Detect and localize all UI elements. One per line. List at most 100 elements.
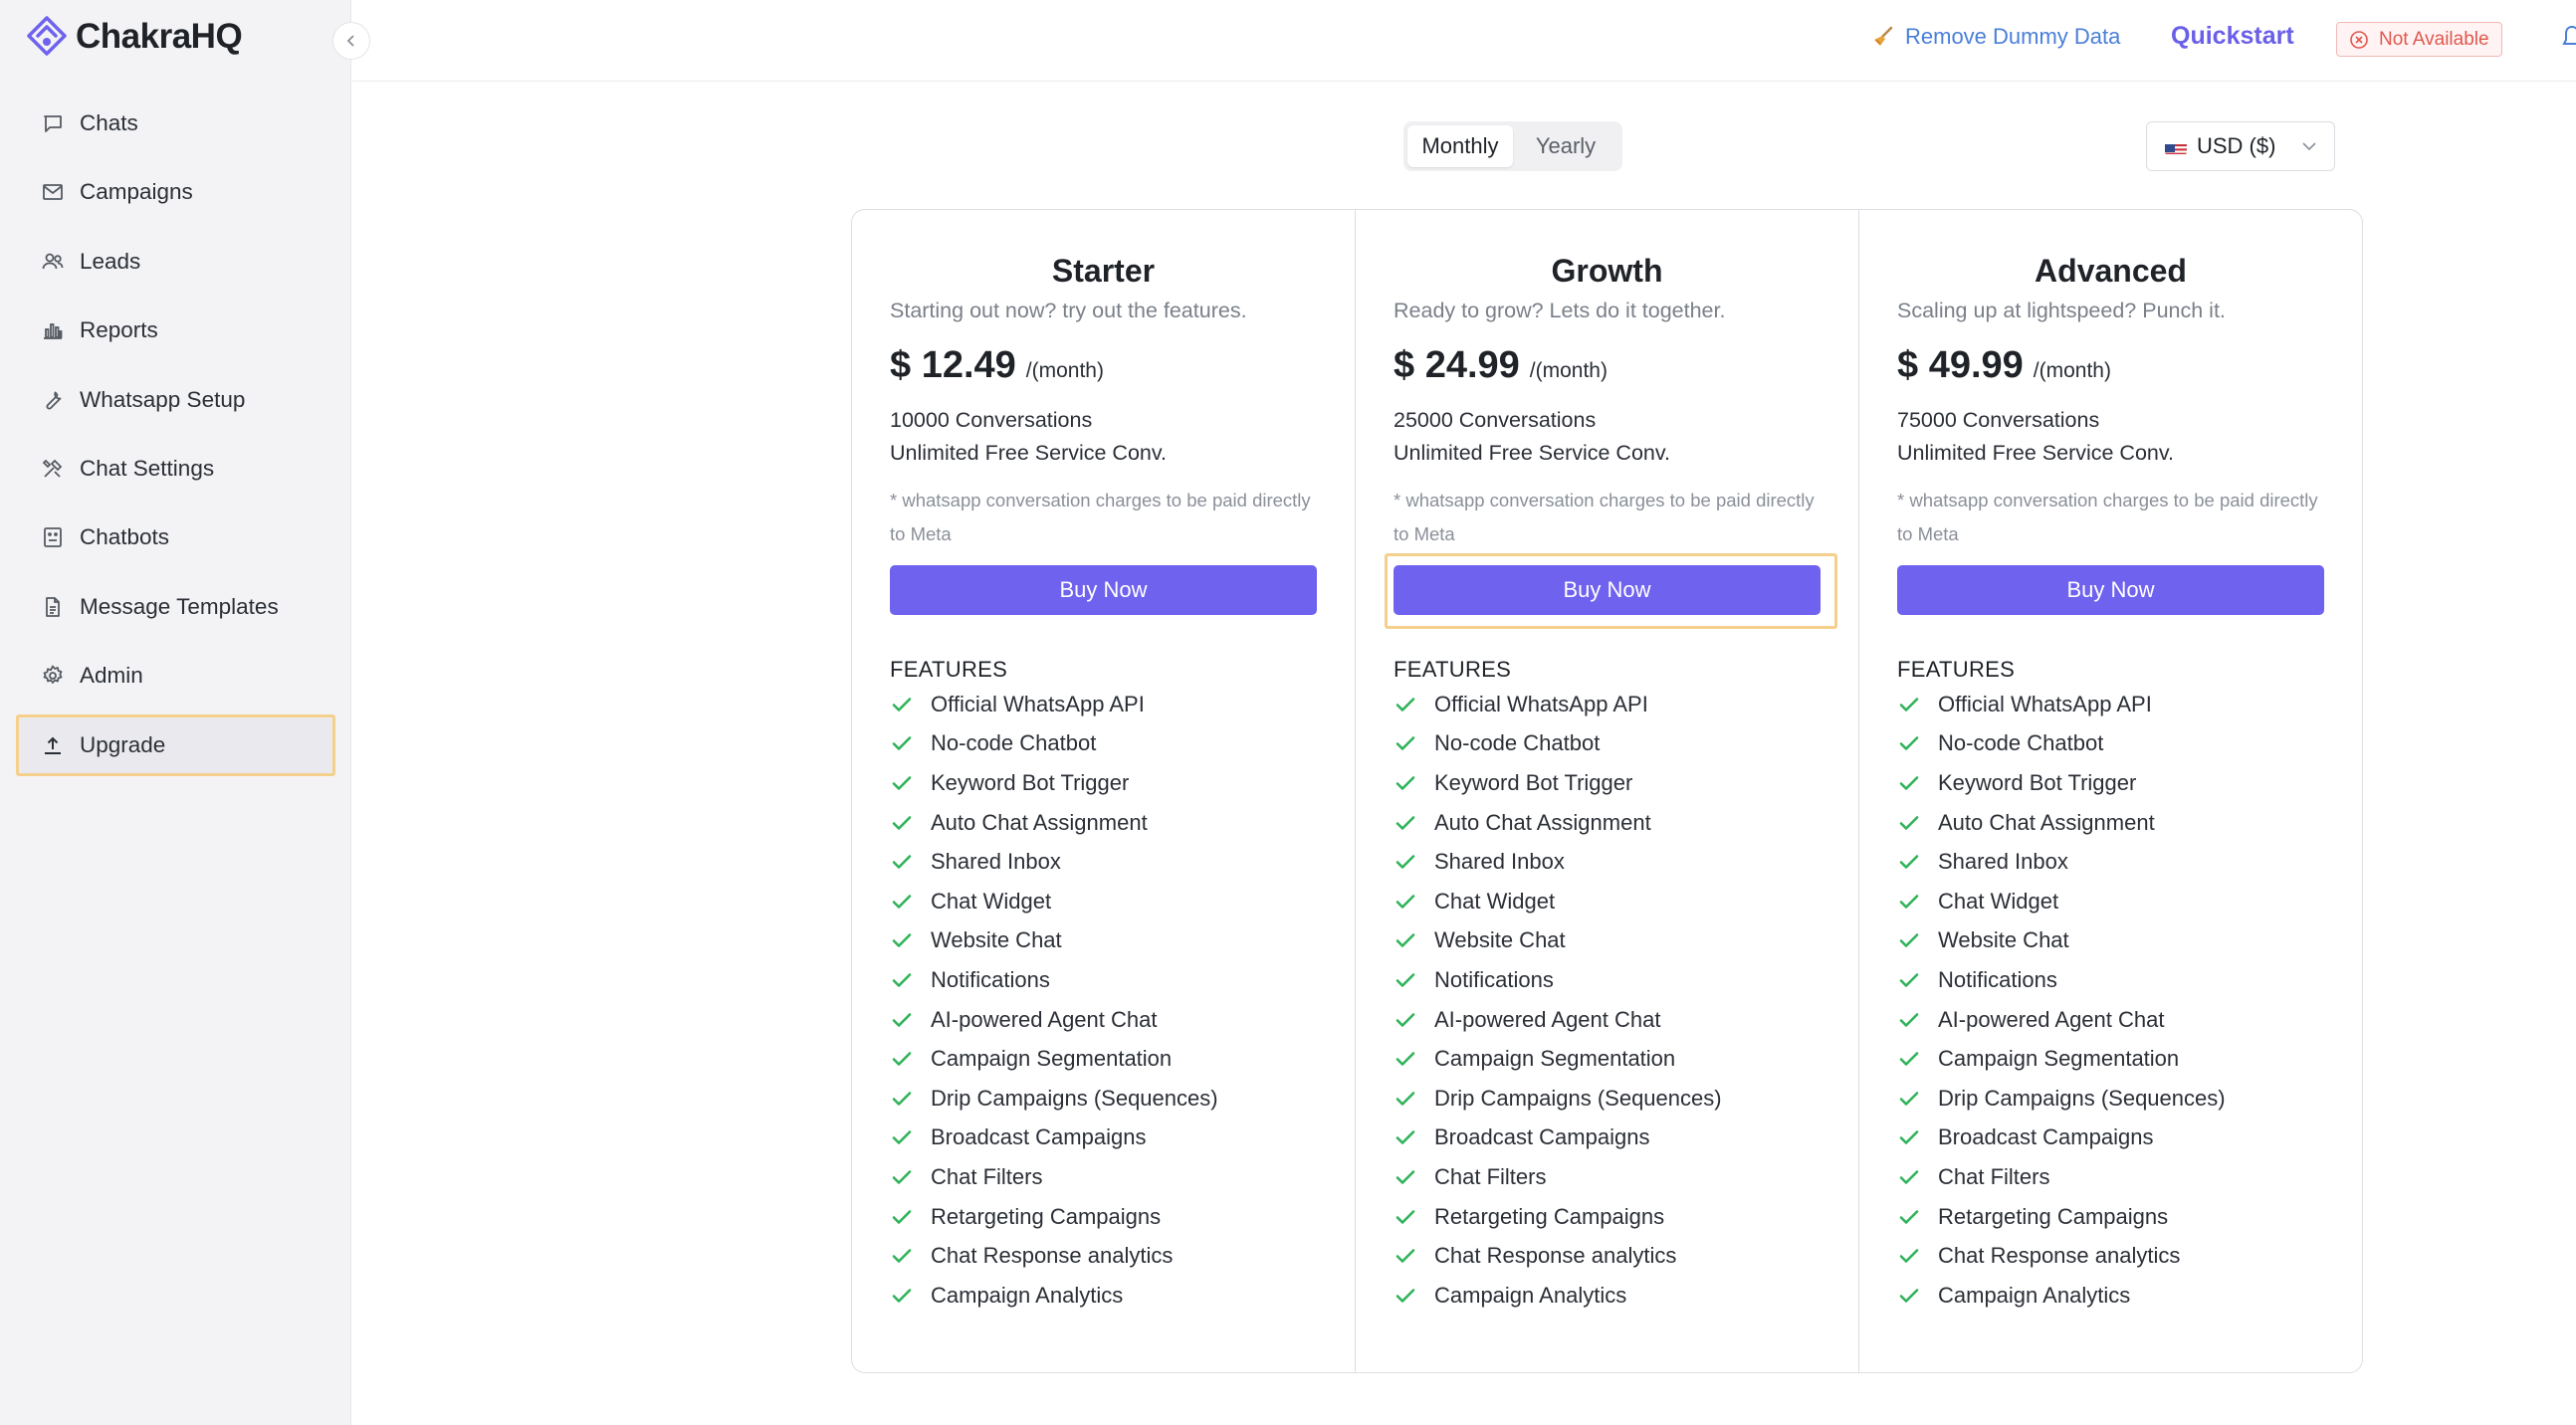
sidebar-item-chatbots[interactable]: Chatbots xyxy=(16,507,335,568)
plan-tagline: Starting out now? try out the features. xyxy=(890,299,1247,322)
feature-label: Broadcast Campaigns xyxy=(1938,1124,2154,1150)
service-conversations: Unlimited Free Service Conv. xyxy=(1394,441,1670,465)
bar-chart-icon xyxy=(40,317,66,343)
sidebar-item-reports[interactable]: Reports xyxy=(16,300,335,361)
feature-item: Auto Chat Assignment xyxy=(1897,803,2324,843)
currency-select[interactable]: USD ($) xyxy=(2146,121,2335,171)
buy-button-wrapper: Buy Now xyxy=(1897,565,2324,615)
plan-name: Starter xyxy=(1051,253,1156,289)
features-heading: FEATURES xyxy=(1394,657,1512,682)
feature-label: Campaign Segmentation xyxy=(1938,1046,2180,1072)
feature-item: Broadcast Campaigns xyxy=(1897,1119,2324,1158)
availability-status-button[interactable]: Not Available xyxy=(2336,22,2502,57)
close-circle-icon xyxy=(2350,30,2368,49)
buy-now-button[interactable]: Buy Now xyxy=(1394,565,1821,615)
feature-label: Drip Campaigns (Sequences) xyxy=(931,1085,1218,1111)
feature-item: Retargeting Campaigns xyxy=(1897,1197,2324,1237)
feature-item: Notifications xyxy=(1394,960,1821,1000)
feature-item: Auto Chat Assignment xyxy=(890,803,1317,843)
chevron-down-icon xyxy=(2302,142,2316,151)
sidebar-item-message-templates[interactable]: Message Templates xyxy=(16,576,335,638)
feature-label: Keyword Bot Trigger xyxy=(1938,769,2137,795)
feature-label: Website Chat xyxy=(1938,927,2069,953)
check-icon xyxy=(1899,1249,1919,1263)
sidebar-item-upgrade[interactable]: Upgrade xyxy=(16,713,335,776)
check-icon xyxy=(1395,1288,1415,1303)
quickstart-link[interactable]: Quickstart xyxy=(2171,22,2294,51)
check-icon xyxy=(892,1091,912,1106)
feature-item: Official WhatsApp API xyxy=(890,685,1317,724)
plan-price: $ 49.99 /(month) xyxy=(1897,344,2324,396)
buy-now-button[interactable]: Buy Now xyxy=(890,565,1317,615)
price-amount: $ 24.99 xyxy=(1394,344,1520,386)
check-icon xyxy=(1899,1130,1919,1145)
sidebar-item-campaigns[interactable]: Campaigns xyxy=(16,161,335,223)
feature-item: Broadcast Campaigns xyxy=(1394,1119,1821,1158)
buy-now-button[interactable]: Buy Now xyxy=(1897,565,2324,615)
feature-label: Website Chat xyxy=(1434,927,1566,953)
tools-icon xyxy=(40,456,66,482)
feature-item: Official WhatsApp API xyxy=(1394,685,1821,724)
service-conversations: Unlimited Free Service Conv. xyxy=(890,441,1167,465)
sidebar-item-leads[interactable]: Leads xyxy=(16,231,335,293)
feature-item: Official WhatsApp API xyxy=(1897,685,2324,724)
chevron-left-icon xyxy=(346,35,354,47)
feature-label: Broadcast Campaigns xyxy=(1434,1124,1650,1150)
remove-dummy-data-link[interactable]: Remove Dummy Data xyxy=(1871,24,2120,50)
feature-label: Notifications xyxy=(931,966,1050,992)
check-icon xyxy=(1395,1091,1415,1106)
feature-label: No-code Chatbot xyxy=(931,730,1097,756)
currency-value: USD ($) xyxy=(2197,133,2276,158)
billing-period-toggle: Monthly Yearly xyxy=(1403,121,1622,171)
logo[interactable]: ChakraHQ xyxy=(24,14,243,60)
sidebar-item-admin[interactable]: Admin xyxy=(16,645,335,707)
availability-status-label: Not Available xyxy=(2379,28,2489,50)
features-heading: FEATURES xyxy=(1897,657,2016,682)
wrench-icon xyxy=(40,387,66,413)
sidebar-item-chats[interactable]: Chats xyxy=(16,93,335,154)
users-icon xyxy=(40,249,66,275)
check-icon xyxy=(892,1288,912,1303)
collapse-sidebar-button[interactable] xyxy=(332,22,370,60)
feature-label: No-code Chatbot xyxy=(1938,730,2104,756)
feature-item: Chat Response analytics xyxy=(1394,1236,1821,1276)
gear-icon xyxy=(40,663,66,689)
sidebar-item-label: Reports xyxy=(80,317,158,343)
check-icon xyxy=(1899,855,1919,869)
check-icon xyxy=(1899,1052,1919,1066)
feature-item: Campaign Segmentation xyxy=(890,1039,1317,1079)
feature-item: Chat Response analytics xyxy=(1897,1236,2324,1276)
price-amount: $ 12.49 xyxy=(890,344,1016,386)
billing-option-yearly[interactable]: Yearly xyxy=(1513,125,1618,167)
feature-item: Chat Widget xyxy=(1394,882,1821,921)
check-icon xyxy=(1899,1091,1919,1106)
chakra-logo-icon xyxy=(27,16,67,56)
check-icon xyxy=(1395,1052,1415,1066)
check-icon xyxy=(1395,1209,1415,1224)
feature-list: Official WhatsApp API No-code Chatbot Keyw… xyxy=(1897,685,2324,1316)
feature-item: Keyword Bot Trigger xyxy=(1394,763,1821,803)
feature-list: Official WhatsApp API No-code Chatbot Keyw… xyxy=(890,685,1317,1316)
feature-label: Retargeting Campaigns xyxy=(931,1203,1162,1229)
check-icon xyxy=(892,894,912,909)
sidebar-item-chat-settings[interactable]: Chat Settings xyxy=(16,438,335,500)
check-icon xyxy=(892,736,912,751)
sidebar: ChakraHQ Chats Campaigns Leads Reports W… xyxy=(0,0,351,1425)
buy-button-wrapper: Buy Now xyxy=(890,565,1317,615)
feature-item: Website Chat xyxy=(1897,921,2324,961)
broom-icon xyxy=(1874,26,1893,46)
feature-label: AI-powered Agent Chat xyxy=(1938,1006,2165,1032)
feature-item: Website Chat xyxy=(890,921,1317,961)
check-icon xyxy=(1395,1249,1415,1263)
sidebar-item-whatsapp-setup[interactable]: Whatsapp Setup xyxy=(16,369,335,431)
feature-item: Drip Campaigns (Sequences) xyxy=(890,1079,1317,1119)
plan-card-advanced: Advanced Scaling up at lightspeed? Punch… xyxy=(1859,210,2362,1372)
check-icon xyxy=(1899,1170,1919,1184)
plan-name: Growth xyxy=(1551,253,1663,289)
feature-label: Official WhatsApp API xyxy=(1434,691,1648,716)
bell-icon[interactable] xyxy=(2562,24,2576,52)
feature-item: Website Chat xyxy=(1394,921,1821,961)
feature-label: Notifications xyxy=(1434,966,1554,992)
plan-tagline: Scaling up at lightspeed? Punch it. xyxy=(1897,299,2226,322)
billing-option-monthly[interactable]: Monthly xyxy=(1407,125,1513,167)
